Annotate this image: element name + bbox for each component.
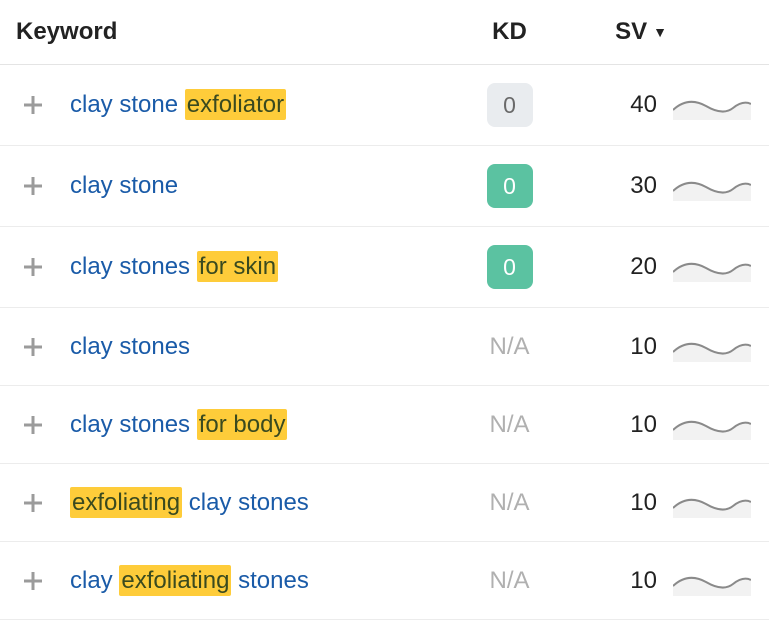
sv-cell: 10 xyxy=(567,333,667,361)
keyword-cell: clay exfoliating stones xyxy=(70,567,452,595)
keyword-table: Keyword KD SV ▼ clay stone exfoliator 0 40… xyxy=(0,0,769,620)
keyword-link[interactable]: clay stones xyxy=(70,333,190,360)
keyword-text: clay xyxy=(70,567,119,594)
sv-cell: 10 xyxy=(567,411,667,439)
keyword-link[interactable]: clay stones for skin xyxy=(70,251,278,282)
add-keyword-button[interactable] xyxy=(18,566,48,596)
keyword-text: clay stones xyxy=(182,489,309,516)
table-row: clay stones for skin 0 20 xyxy=(0,227,769,308)
sparkline xyxy=(667,566,757,596)
kd-cell: 0 xyxy=(452,164,567,208)
kd-cell: N/A xyxy=(452,567,567,595)
add-keyword-button[interactable] xyxy=(18,90,48,120)
kd-cell: N/A xyxy=(452,489,567,517)
sv-cell: 30 xyxy=(567,172,667,200)
kd-na: N/A xyxy=(489,333,529,361)
keyword-link[interactable]: clay stone exfoliator xyxy=(70,89,286,120)
add-keyword-button[interactable] xyxy=(18,252,48,282)
keyword-link[interactable]: exfoliating clay stones xyxy=(70,487,309,518)
keyword-text: clay stones xyxy=(70,333,190,360)
table-row: clay exfoliating stones N/A 10 xyxy=(0,542,769,620)
sv-cell: 40 xyxy=(567,91,667,119)
kd-na: N/A xyxy=(489,411,529,439)
header-sv-label: SV xyxy=(615,18,647,46)
table-row: clay stones N/A 10 xyxy=(0,308,769,386)
keyword-text: clay stone xyxy=(70,91,185,118)
sparkline xyxy=(667,171,757,201)
kd-badge: 0 xyxy=(487,83,533,127)
keyword-text: clay stone xyxy=(70,172,178,199)
kd-badge: 0 xyxy=(487,245,533,289)
kd-badge: 0 xyxy=(487,164,533,208)
keyword-cell: clay stone exfoliator xyxy=(70,91,452,119)
add-keyword-button[interactable] xyxy=(18,410,48,440)
add-keyword-button[interactable] xyxy=(18,488,48,518)
table-header-row: Keyword KD SV ▼ xyxy=(0,0,769,65)
highlight: for body xyxy=(197,409,288,440)
keyword-text: clay stones xyxy=(70,411,197,438)
kd-na: N/A xyxy=(489,489,529,517)
kd-cell: 0 xyxy=(452,245,567,289)
sparkline xyxy=(667,410,757,440)
sv-cell: 20 xyxy=(567,253,667,281)
table-row: clay stone exfoliator 0 40 xyxy=(0,65,769,146)
keyword-cell: clay stones for body xyxy=(70,411,452,439)
keyword-cell: clay stones xyxy=(70,333,452,361)
keyword-text: clay stones xyxy=(70,253,197,280)
kd-na: N/A xyxy=(489,567,529,595)
sort-desc-icon: ▼ xyxy=(653,24,667,40)
header-keyword[interactable]: Keyword xyxy=(16,18,452,46)
table-row: clay stones for body N/A 10 xyxy=(0,386,769,464)
sparkline xyxy=(667,90,757,120)
highlight: for skin xyxy=(197,251,278,282)
sparkline xyxy=(667,488,757,518)
keyword-cell: clay stone xyxy=(70,172,452,200)
kd-cell: N/A xyxy=(452,333,567,361)
sparkline xyxy=(667,252,757,282)
highlight: exfoliating xyxy=(70,487,182,518)
kd-cell: 0 xyxy=(452,83,567,127)
keyword-text: stones xyxy=(231,567,308,594)
sv-cell: 10 xyxy=(567,567,667,595)
header-kd[interactable]: KD xyxy=(452,18,567,46)
table-row: exfoliating clay stones N/A 10 xyxy=(0,464,769,542)
keyword-link[interactable]: clay exfoliating stones xyxy=(70,565,309,596)
kd-cell: N/A xyxy=(452,411,567,439)
add-keyword-button[interactable] xyxy=(18,332,48,362)
keyword-cell: clay stones for skin xyxy=(70,253,452,281)
header-sv[interactable]: SV ▼ xyxy=(567,18,667,46)
table-row: clay stone 0 30 xyxy=(0,146,769,227)
keyword-link[interactable]: clay stones for body xyxy=(70,409,287,440)
add-keyword-button[interactable] xyxy=(18,171,48,201)
sv-cell: 10 xyxy=(567,489,667,517)
highlight: exfoliating xyxy=(119,565,231,596)
highlight: exfoliator xyxy=(185,89,286,120)
sparkline xyxy=(667,332,757,362)
keyword-link[interactable]: clay stone xyxy=(70,172,178,199)
keyword-cell: exfoliating clay stones xyxy=(70,489,452,517)
